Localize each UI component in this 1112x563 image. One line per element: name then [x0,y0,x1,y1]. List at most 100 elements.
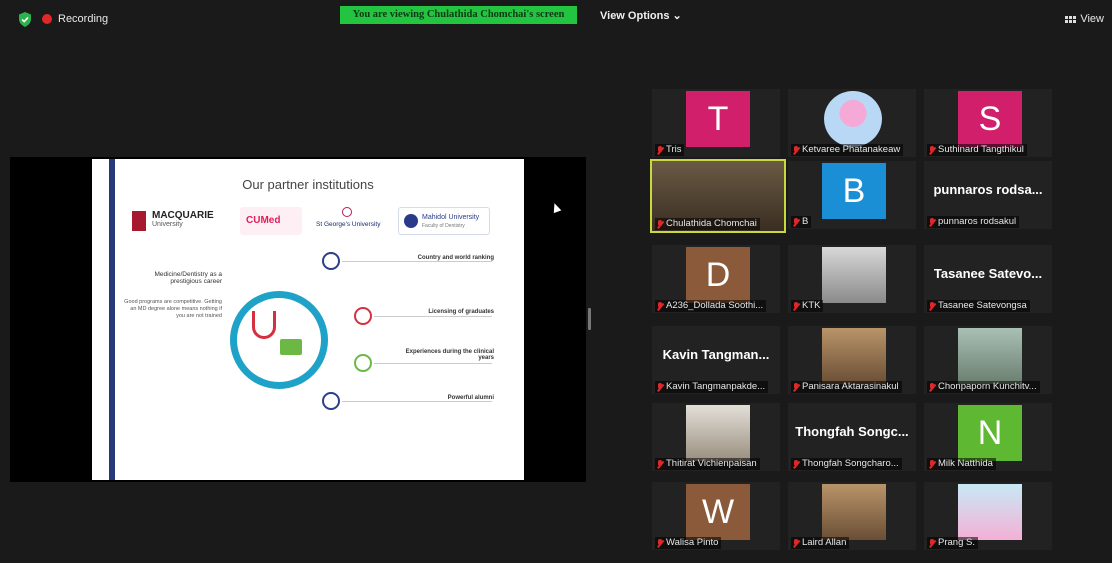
participant-name-label: Chulathida Chomchai [655,218,760,230]
participant-tile[interactable]: Panisara Aktarasinakul [788,326,916,394]
avatar-photo [958,328,1022,384]
slide-title: Our partner institutions [242,177,374,192]
participant-name: Laird Allan [802,537,847,548]
avatar-initial: N [958,405,1022,461]
grid-view-icon [1065,15,1077,23]
ranking-icon [322,252,340,270]
feature-heading: Country and world ranking [417,255,494,261]
participant-name-label: Ketvaree Phatanakeaw [791,144,904,156]
mic-muted-icon [793,301,799,311]
feature-heading: Experiences during the clinical years [405,349,494,361]
participant-tile[interactable]: T Tris [652,89,780,157]
license-icon [354,307,372,325]
medical-kit-icon [280,339,302,355]
participant-display-name: Thongfah Songc... [795,424,909,439]
participant-name: KTK [802,300,821,311]
participant-tile[interactable]: punnaros rodsa... punnaros rodsakul [924,161,1052,229]
shared-screen[interactable]: Our partner institutions MACQUARIE Unive… [10,157,586,482]
view-options-label: View Options [600,10,670,22]
participant-name-label: punnaros rodsakul [927,216,1020,228]
participant-tile[interactable]: Chulathida Chomchai [650,159,786,233]
participant-name-label: Chonpaporn Kunchitv... [927,381,1040,393]
feature-connector [342,401,492,402]
security-shield-icon[interactable] [18,12,32,27]
view-button[interactable]: View [1065,13,1104,25]
st-georges-emblem-icon [342,207,352,217]
presentation-slide: Our partner institutions MACQUARIE Unive… [92,159,524,480]
participant-name: Thongfah Songcharo... [802,458,899,469]
macquarie-name: MACQUARIE [152,210,214,221]
mic-muted-icon [929,538,935,548]
participant-display-name: Tasanee Satevo... [933,266,1043,281]
participant-tile[interactable]: Prang S. [924,482,1052,550]
participant-name: B [802,216,809,227]
mic-muted-icon [657,459,663,469]
participant-name: Milk Natthida [938,458,993,469]
mic-muted-icon [929,459,935,469]
participant-tile[interactable]: Tasanee Satevo... Tasanee Satevongsa [924,245,1052,313]
participant-name: punnaros rodsakul [938,216,1017,227]
avatar-initial: D [686,247,750,303]
participant-tile[interactable]: D A236_Dollada Soothi... [652,245,780,313]
participant-tile[interactable]: W Walisa Pinto [652,482,780,550]
macquarie-sub: University [152,221,183,228]
macquarie-logo: MACQUARIE University [132,207,232,235]
mic-muted-icon [657,382,663,392]
participant-tile[interactable]: Chonpaporn Kunchitv... [924,326,1052,394]
participant-name: Panisara Aktarasinakul [802,381,899,392]
avatar-initial: B [822,163,886,219]
participant-name-label: B [791,216,812,228]
panel-resize-handle[interactable] [588,308,591,330]
mic-muted-icon [929,217,935,227]
participant-name-label: A236_Dollada Soothi... [655,300,767,312]
mic-muted-icon [793,459,799,469]
participant-tile[interactable]: Laird Allan [788,482,916,550]
medical-ring-graphic [230,291,328,389]
cumed-text: CUMed [246,215,281,226]
recording-icon[interactable] [42,14,52,24]
mic-muted-icon [793,145,799,155]
participant-tile[interactable]: Ketvaree Phatanakeaw [788,89,916,157]
avatar-initial: W [686,484,750,540]
left-heading: Medicine/Dentistry as a prestigious care… [154,271,222,285]
participant-tile[interactable]: Thongfah Songc... Thongfah Songcharo... [788,403,916,471]
left-body: Good programs are competitive. Getting a… [124,299,222,319]
mahidol-logo: Mahidol University Faculty of Dentistry [398,207,490,235]
participant-tile[interactable]: Thitirat Vichienpaisan [652,403,780,471]
participant-tile[interactable]: KTK [788,245,916,313]
participant-name: Tasanee Satevongsa [938,300,1027,311]
st-georges-text: St George's University [316,221,381,228]
avatar-photo [822,484,886,540]
top-bar: Recording You are viewing Chulathida Cho… [0,0,1112,40]
participant-tile[interactable]: Kavin Tangman... Kavin Tangmanpakde... [652,326,780,394]
recording-label[interactable]: Recording [58,13,108,25]
participant-name: Chonpaporn Kunchitv... [938,381,1037,392]
mic-muted-icon [793,217,799,227]
participant-name-label: Suthinard Tangthikul [927,144,1027,156]
avatar-initial: S [958,91,1022,147]
participant-name: Tris [666,144,682,155]
mic-muted-icon [793,538,799,548]
participant-name: A236_Dollada Soothi... [666,300,764,311]
participant-name-label: Thitirat Vichienpaisan [655,458,760,470]
participant-name: Kavin Tangmanpakde... [666,381,766,392]
participant-name-label: Prang S. [927,537,978,549]
view-options-button[interactable]: View Options ⌄ [600,9,682,22]
participant-tile[interactable]: BB [788,161,916,229]
meeting-window: Recording You are viewing Chulathida Cho… [0,0,1112,563]
avatar-photo [686,405,750,461]
mahidol-emblem-icon [404,214,418,228]
participant-tile[interactable]: S Suthinard Tangthikul [924,89,1052,157]
participant-name-label: Milk Natthida [927,458,996,470]
participant-name-label: KTK [791,300,824,312]
participant-name-label: Panisara Aktarasinakul [791,381,902,393]
mic-muted-icon [657,145,663,155]
avatar-photo [822,328,886,384]
participant-name: Suthinard Tangthikul [938,144,1024,155]
mic-muted-icon [929,145,935,155]
participant-tile[interactable]: N Milk Natthida [924,403,1052,471]
participant-name: Walisa Pinto [666,537,719,548]
viewing-screen-banner: You are viewing Chulathida Chomchai's sc… [340,6,577,24]
slide-accent-bar [109,159,115,480]
mic-muted-icon [657,301,663,311]
